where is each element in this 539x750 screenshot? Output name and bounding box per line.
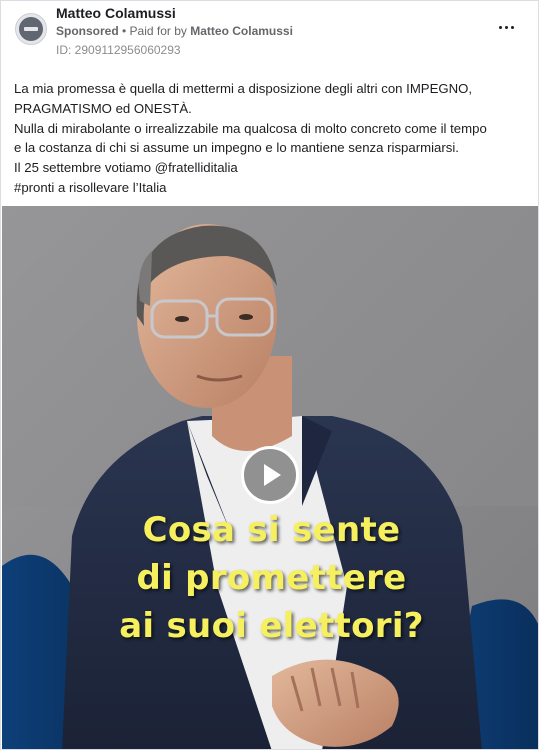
play-icon[interactable] (241, 446, 299, 504)
ad-id: ID: 2909112956060293 (56, 43, 181, 57)
sponsored-label: Sponsored (56, 24, 119, 38)
ad-header: Matteo Colamussi Sponsored • Paid for by… (1, 1, 538, 67)
paid-for-name: Matteo Colamussi (190, 24, 293, 38)
more-dot (504, 25, 508, 29)
caption-line: Cosa si sente (142, 510, 401, 550)
caption-line: ai suoi elettori? (119, 606, 424, 646)
video-caption: Cosa si sente di promettere ai suoi elet… (2, 506, 538, 650)
more-options-icon[interactable] (494, 19, 518, 35)
play-triangle (264, 464, 281, 486)
ad-card: Matteo Colamussi Sponsored • Paid for by… (0, 0, 539, 750)
post-text-line: #pronti a risollevare l’Italia (14, 179, 167, 195)
more-dot (498, 25, 502, 29)
more-dot (510, 25, 514, 29)
avatar-bar (24, 27, 38, 31)
post-text: La mia promessa è quella di mettermi a d… (14, 79, 529, 198)
page-name-link[interactable]: Matteo Colamussi (56, 5, 176, 21)
sponsor-line: Sponsored • Paid for by Matteo Colamussi (56, 24, 293, 38)
avatar-inner (19, 17, 43, 41)
caption-line: di promettere (136, 558, 407, 598)
post-text-line: La mia promessa è quella di mettermi a d… (14, 81, 473, 96)
post-text-line: Nulla di mirabolante o irrealizzabile ma… (14, 120, 487, 136)
post-text-line: PRAGMATISMO ed ONESTÀ. (14, 100, 192, 116)
video-thumbnail[interactable]: Cosa si sente di promettere ai suoi elet… (2, 206, 538, 749)
paid-for-prefix: • Paid for by (118, 24, 191, 38)
post-text-line: e la costanza di chi si assume un impegn… (14, 140, 459, 156)
post-text-line: Il 25 settembre votiamo @fratelliditalia (14, 160, 238, 176)
blocked-profile-icon[interactable] (15, 13, 47, 45)
